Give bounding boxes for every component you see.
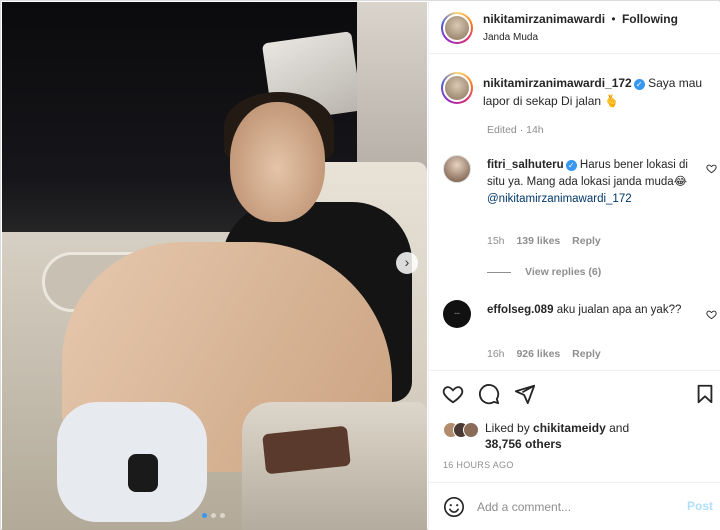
replies-divider	[487, 271, 511, 273]
comment-likes[interactable]: 926 likes	[516, 348, 560, 360]
photo-face	[230, 102, 325, 222]
post-actions	[429, 370, 720, 410]
comment-1: fitri_salhuteru ✓ Harus bener lokasi di s…	[487, 157, 692, 208]
comment-mention-link[interactable]: @nikitamirzanimawardi_172	[487, 193, 632, 205]
caption-emoji: 🫰	[604, 94, 620, 108]
post-comment-button[interactable]: Post	[687, 499, 713, 513]
liker-avatar[interactable]	[463, 422, 479, 438]
caption-username[interactable]: nikitamirzanimawardi_172	[483, 76, 632, 90]
comment-username[interactable]: fitri_salhuteru	[487, 159, 564, 171]
comment-username[interactable]: effolseg.089	[487, 304, 553, 316]
comment-emoji: 😂	[673, 176, 688, 188]
post-photo[interactable]: ›	[2, 2, 427, 530]
likes-summary: Liked by chikitameidy and 38,756 others	[485, 420, 685, 452]
liker-username[interactable]: chikitameidy	[533, 421, 606, 435]
reply-button[interactable]: Reply	[572, 235, 601, 247]
location-link[interactable]: Janda Muda	[483, 32, 538, 43]
post-side-panel: nikitamirzanimawardi • Following Janda M…	[428, 2, 720, 530]
caption-avatar[interactable]	[441, 72, 473, 104]
carousel-dot	[202, 513, 207, 518]
likes-prefix: Liked by	[485, 421, 530, 435]
comment-time: 16h	[487, 348, 505, 360]
verified-badge-icon: ✓	[633, 79, 645, 90]
share-icon[interactable]	[514, 383, 536, 405]
add-comment-bar: Post	[429, 482, 720, 530]
author-username[interactable]: nikitamirzanimawardi	[483, 12, 605, 26]
comment-like-heart-icon[interactable]	[706, 163, 717, 174]
caption: nikitamirzanimawardi_172 ✓ Saya mau lapor…	[483, 74, 708, 110]
comment-like-heart-icon[interactable]	[706, 309, 717, 320]
view-replies-button[interactable]: View replies (6)	[487, 266, 601, 278]
comment-2-meta: 16h 926 likes Reply	[487, 348, 610, 360]
carousel-dot	[211, 513, 216, 518]
post-header: nikitamirzanimawardi • Following Janda M…	[429, 2, 720, 54]
comment-likes[interactable]: 139 likes	[516, 235, 560, 247]
post-date[interactable]: 16 HOURS AGO	[443, 460, 514, 470]
chevron-right-icon: ›	[404, 254, 410, 270]
following-button[interactable]: Following	[622, 12, 678, 26]
verified-badge-icon: ✓	[565, 160, 577, 171]
reply-button[interactable]: Reply	[572, 348, 601, 360]
view-replies-label: View replies (6)	[525, 266, 602, 278]
carousel-dot	[220, 513, 225, 518]
caption-meta: Edited · 14h	[487, 124, 544, 136]
comment-icon[interactable]	[478, 383, 500, 405]
comment-1-meta: 15h 139 likes Reply	[487, 235, 610, 247]
author-avatar[interactable]	[441, 12, 473, 44]
commenter-avatar[interactable]	[443, 155, 471, 183]
comment-time: 15h	[487, 235, 505, 247]
emoji-icon[interactable]	[443, 496, 465, 518]
heart-icon[interactable]	[442, 383, 464, 405]
photo-watch	[128, 454, 158, 492]
bookmark-icon[interactable]	[694, 383, 716, 405]
likes-count[interactable]: 38,756 others	[485, 437, 562, 451]
comment-text: aku jualan apa an yak??	[556, 304, 682, 316]
comment-2: effolseg.089 aku jualan apa an yak??	[487, 302, 692, 319]
carousel-dots	[202, 513, 225, 518]
commenter-avatar[interactable]: ◦◦◦	[443, 300, 471, 328]
add-comment-input[interactable]	[477, 497, 677, 517]
next-slide-button[interactable]: ›	[396, 252, 418, 274]
likes-conjunction: and	[609, 421, 630, 435]
header-separator: •	[611, 12, 616, 26]
instagram-post-modal: › nikitamirzanimawardi • Following Janda…	[0, 0, 720, 530]
